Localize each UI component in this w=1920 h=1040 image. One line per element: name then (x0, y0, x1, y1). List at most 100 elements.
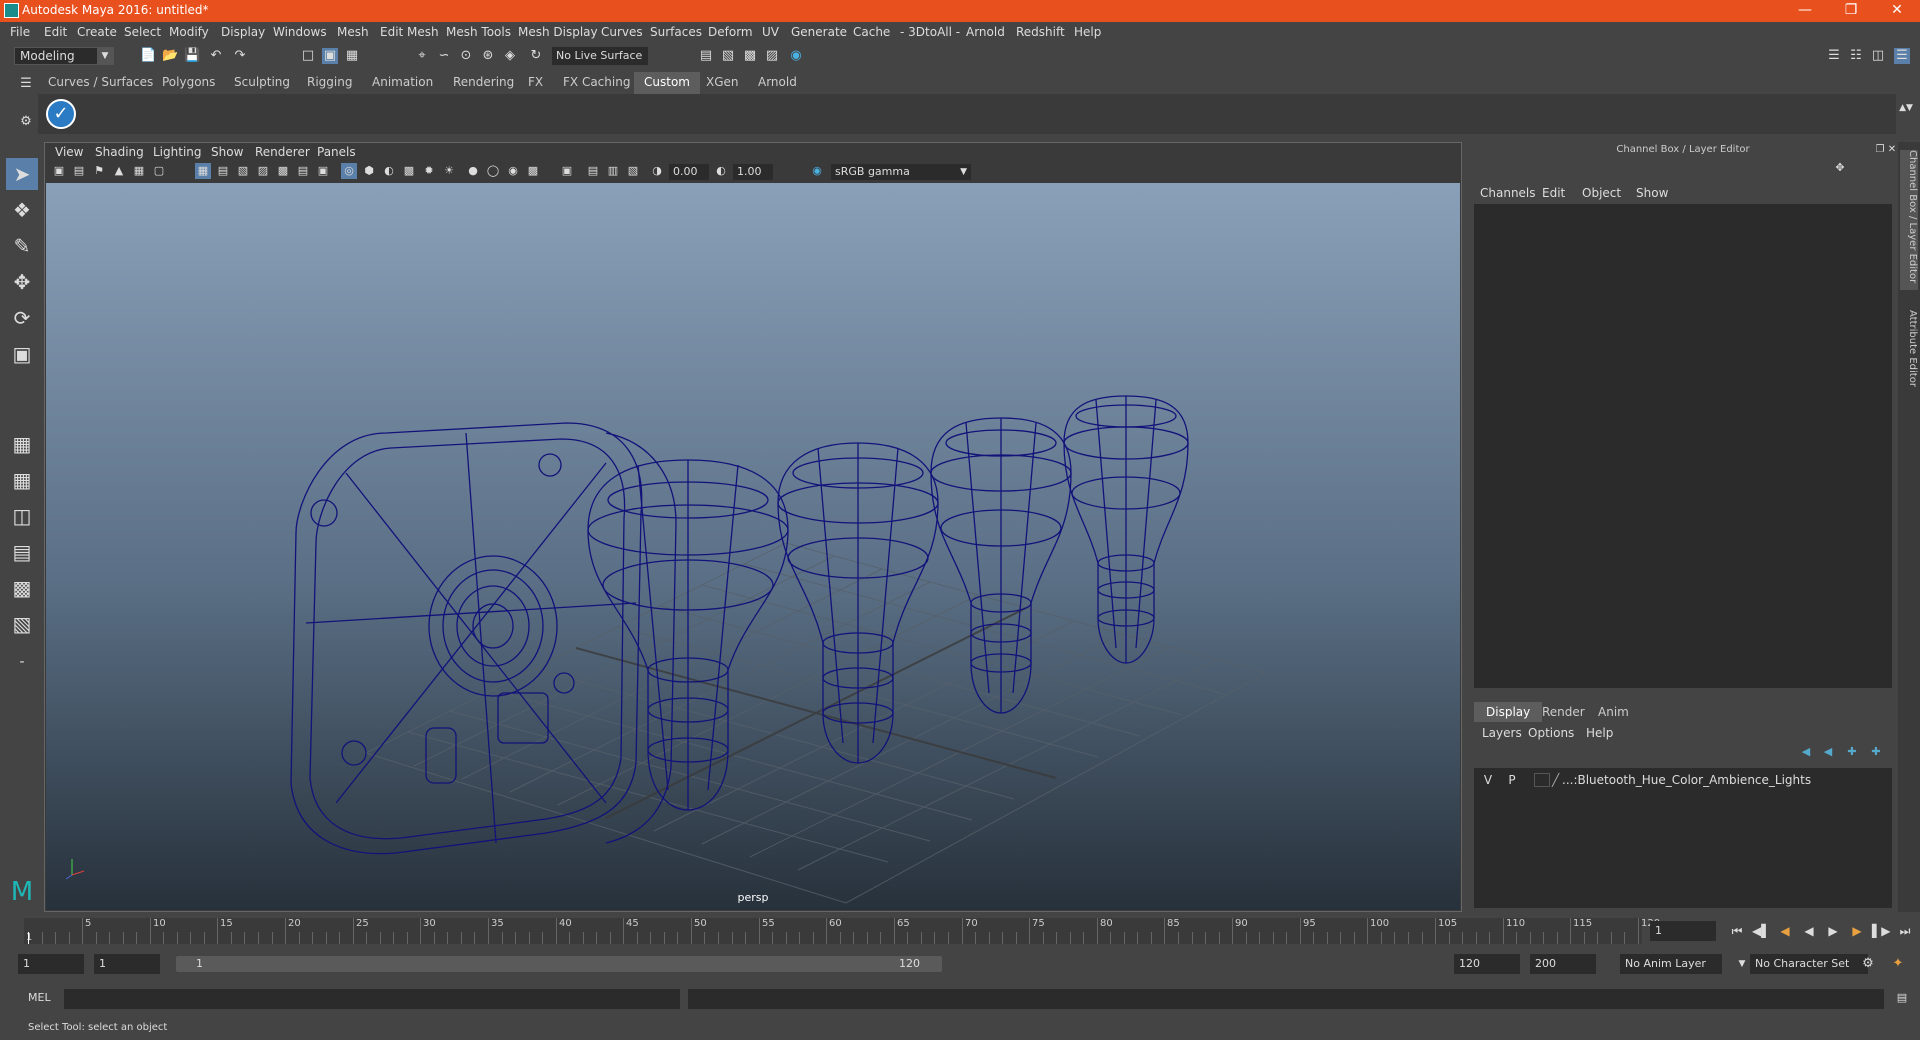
new-scene-icon[interactable]: 📄 (140, 48, 156, 64)
vp-menu-lighting[interactable]: Lighting (153, 145, 202, 159)
four-view-icon[interactable]: ▦ (6, 464, 38, 496)
shelf-tab-fx-caching[interactable]: FX Caching (553, 72, 640, 94)
gamma-icon[interactable]: ◐ (713, 163, 729, 179)
ambient-occlusion-icon[interactable]: ● (465, 163, 481, 179)
snap-point-icon[interactable]: ⊙ (458, 48, 474, 64)
open-scene-icon[interactable]: 📂 (162, 48, 178, 64)
single-view-icon[interactable]: ▦ (6, 428, 38, 460)
menu-edit-mesh[interactable]: Edit Mesh (380, 25, 439, 39)
two-view-icon[interactable]: ◫ (6, 500, 38, 532)
isolate-select-icon[interactable]: ▣ (559, 163, 575, 179)
xray-components-icon[interactable]: ▧ (625, 163, 641, 179)
time-slider-track[interactable]: 1 5 10 15 20 25 30 35 40 45 50 55 60 65 70 75 80 85 90 95 1… (24, 918, 1660, 944)
gamma-field[interactable]: 1.00 (733, 164, 773, 180)
scene-start-field[interactable]: 1 (18, 954, 84, 974)
menu-uv[interactable]: UV (762, 25, 779, 39)
shelf-tab-arnold[interactable]: Arnold (748, 72, 807, 94)
shelf-scroll-icon[interactable]: ▲▼ (1898, 100, 1914, 116)
step-forward-icon[interactable]: ▌▶ (1872, 922, 1890, 940)
shelf-settings-icon[interactable]: ⚙ (18, 114, 34, 130)
select-tool-icon[interactable]: ➤ (6, 158, 38, 190)
render-settings-icon[interactable]: ▨ (764, 48, 780, 64)
playback-start-field[interactable]: 1 (94, 954, 160, 974)
modeling-toolkit-icon[interactable]: ☰ (1826, 48, 1842, 64)
snap-curve-icon[interactable]: ∽ (436, 48, 452, 64)
render-view-icon[interactable]: ▤ (698, 48, 714, 64)
shelf-tab-rendering[interactable]: Rendering (443, 72, 524, 94)
xray-icon[interactable]: ▤ (585, 163, 601, 179)
shelf-tab-polygons[interactable]: Polygons (152, 72, 225, 94)
move-tool-icon[interactable]: ✥ (6, 266, 38, 298)
menuset-dropdown[interactable]: Modeling ▼ (14, 47, 114, 65)
cb-menu-channels[interactable]: Channels (1480, 186, 1536, 200)
hypershade-icon[interactable]: ◉ (788, 48, 804, 64)
wireframe-on-shaded-icon[interactable]: ◐ (381, 163, 397, 179)
anim-prefs-icon[interactable]: ✦ (1890, 956, 1906, 972)
shelf-tab-xgen[interactable]: XGen (696, 72, 749, 94)
close-button[interactable]: ✕ (1874, 0, 1920, 22)
snap-view-icon[interactable]: ⊛ (480, 48, 496, 64)
select-hierarchy-icon[interactable]: □ (300, 48, 316, 64)
layer-name[interactable]: ...:Bluetooth_Hue_Color_Ambience_Lights (1562, 770, 1811, 790)
script-editor-icon[interactable]: ▤ (1894, 990, 1910, 1006)
menu-help[interactable]: Help (1074, 25, 1101, 39)
side-tab-attribute-editor[interactable]: Attribute Editor (1900, 310, 1918, 400)
shadows-icon[interactable]: ☀ (441, 163, 457, 179)
layer-menu-layers[interactable]: Layers (1482, 726, 1522, 740)
live-surface-field[interactable]: No Live Surface (552, 47, 648, 65)
save-scene-icon[interactable]: 💾 (184, 48, 200, 64)
go-to-end-icon[interactable]: ⏭ (1896, 922, 1914, 940)
bookmark-icon[interactable]: ⚑ (91, 163, 107, 179)
select-object-icon[interactable]: ▣ (322, 48, 338, 64)
wireframe-icon[interactable]: ◎ (341, 163, 357, 179)
persp-outliner-icon[interactable]: ▤ (6, 536, 38, 568)
exposure-icon[interactable]: ◑ (649, 163, 665, 179)
channel-list[interactable] (1474, 204, 1892, 688)
camera-select-icon[interactable]: ▣ (51, 163, 67, 179)
depth-of-field-icon[interactable]: ▩ (525, 163, 541, 179)
menu-generate[interactable]: Generate (791, 25, 847, 39)
vp-menu-view[interactable]: View (55, 145, 83, 159)
checkmark-icon[interactable]: ✓ (46, 99, 76, 129)
persp-graph-icon[interactable]: ▩ (6, 572, 38, 604)
scale-tool-icon[interactable]: ▣ (6, 338, 38, 370)
redo-icon[interactable]: ↷ (232, 48, 248, 64)
safe-action-icon[interactable]: ▩ (275, 163, 291, 179)
use-lights-icon[interactable]: ✹ (421, 163, 437, 179)
vp-menu-renderer[interactable]: Renderer (255, 145, 310, 159)
menu-arnold[interactable]: Arnold (966, 25, 1005, 39)
channel-box-icon[interactable]: ☰ (1894, 48, 1910, 64)
go-to-start-icon[interactable]: ⏮ (1728, 922, 1746, 940)
menu-modify[interactable]: Modify (169, 25, 209, 39)
select-component-icon[interactable]: ▦ (344, 48, 360, 64)
side-tab-channel-box[interactable]: Channel Box / Layer Editor (1900, 150, 1918, 290)
menu-redshift[interactable]: Redshift (1016, 25, 1065, 39)
menu-deform[interactable]: Deform (708, 25, 753, 39)
menu-display[interactable]: Display (221, 25, 265, 39)
gate-mask-icon[interactable]: ▧ (235, 163, 251, 179)
cb-menu-object[interactable]: Object (1582, 186, 1621, 200)
image-plane-icon[interactable]: ▲ (111, 163, 127, 179)
snap-grid-icon[interactable]: ⌖ (414, 48, 430, 64)
shelf-tab-sculpting[interactable]: Sculpting (224, 72, 300, 94)
attribute-editor-icon[interactable]: ☷ (1848, 48, 1864, 64)
shelf-tab-curves-surfaces[interactable]: Curves / Surfaces (38, 72, 163, 94)
script-language-label[interactable]: MEL (28, 991, 51, 1004)
play-backward-icon[interactable]: ◀ (1800, 922, 1818, 940)
menu-cache[interactable]: Cache (853, 25, 890, 39)
layer-visibility-toggle[interactable]: V (1480, 772, 1496, 788)
exposure-field[interactable]: 0.00 (669, 164, 709, 180)
lasso-tool-icon[interactable]: ❖ (6, 194, 38, 226)
current-frame-field[interactable]: 1 (1650, 921, 1716, 941)
shelf-tab-animation[interactable]: Animation (362, 72, 443, 94)
next-key-icon[interactable]: ▶ (1848, 922, 1866, 940)
menu-3dtoall[interactable]: - 3DtoAll - (900, 25, 960, 39)
move-layer-down-icon[interactable]: ◀ (1820, 744, 1836, 760)
colorspace-dropdown[interactable]: sRGB gamma ▼ (831, 164, 971, 180)
snap-surface-icon[interactable]: ◈ (502, 48, 518, 64)
resolution-gate-icon[interactable]: ▤ (215, 163, 231, 179)
anti-alias-icon[interactable]: ◉ (505, 163, 521, 179)
xray-joints-icon[interactable]: ▥ (605, 163, 621, 179)
menu-create[interactable]: Create (77, 25, 117, 39)
vp-menu-shading[interactable]: Shading (95, 145, 144, 159)
